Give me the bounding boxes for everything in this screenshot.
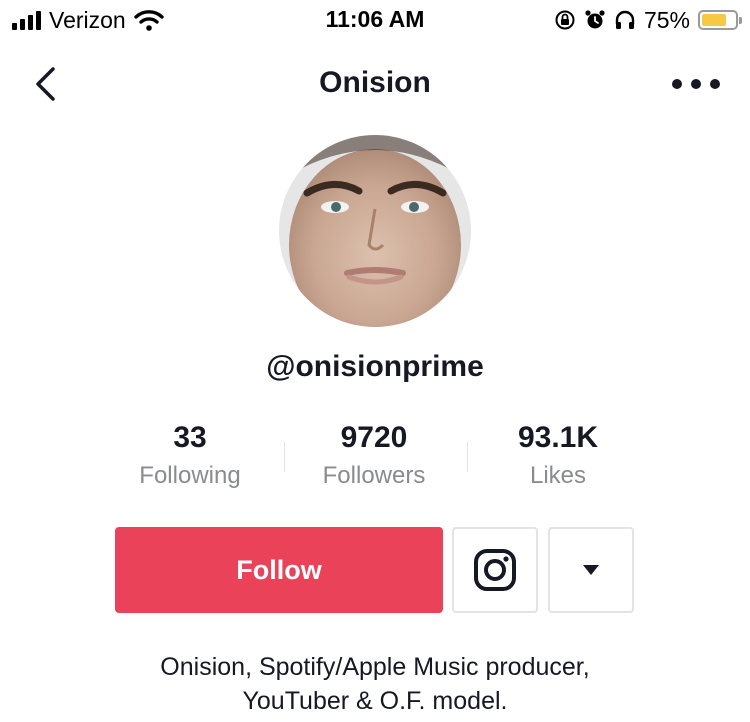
stat-label: Likes xyxy=(529,462,587,489)
instagram-icon xyxy=(474,549,516,591)
username: @onisionprime xyxy=(266,350,484,383)
battery-icon xyxy=(698,10,742,30)
nav-bar: Onision xyxy=(0,52,750,114)
avatar[interactable] xyxy=(279,135,471,327)
stat-likes[interactable]: 93.1K Likes xyxy=(463,418,653,490)
follow-button[interactable]: Follow xyxy=(115,527,443,613)
status-right: 75% xyxy=(554,6,742,34)
stat-label: Following xyxy=(139,462,241,489)
stat-value: 33 xyxy=(173,421,207,454)
suggested-dropdown-button[interactable] xyxy=(548,527,634,613)
stat-following[interactable]: 33 Following xyxy=(95,418,285,490)
more-horizontal-icon[interactable] xyxy=(672,74,720,94)
headphones-icon xyxy=(615,10,635,29)
battery-level xyxy=(702,14,726,26)
instagram-button[interactable] xyxy=(452,527,538,613)
stat-followers[interactable]: 9720 Followers xyxy=(279,418,469,490)
profile-stats: 33 Following 9720 Followers 93.1K Likes xyxy=(0,418,750,498)
profile-bio: Onision, Spotify/Apple Music producer, Y… xyxy=(0,650,750,718)
stat-value: 9720 xyxy=(340,421,408,454)
stat-value: 93.1K xyxy=(517,421,599,454)
orientation-lock-icon xyxy=(555,10,575,30)
bio-line: YouTuber & O.F. model. xyxy=(242,687,508,715)
stat-label: Followers xyxy=(322,462,426,489)
battery-percent: 75% xyxy=(643,6,690,33)
bio-line: Onision, Spotify/Apple Music producer, xyxy=(160,653,590,681)
alarm-icon xyxy=(585,10,605,29)
page-title: Onision xyxy=(319,66,431,99)
status-bar: Verizon 11:06 AM 75% xyxy=(0,0,750,40)
caret-down-icon xyxy=(583,565,599,575)
